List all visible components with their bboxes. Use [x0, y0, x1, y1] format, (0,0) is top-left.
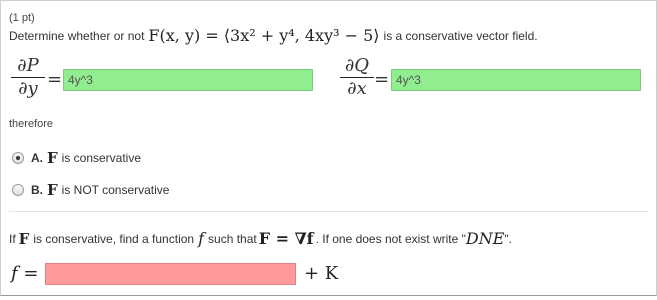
- vector-F-symbol: F: [47, 149, 58, 167]
- option-letter: B.: [31, 183, 43, 197]
- potential-function-input[interactable]: [45, 263, 296, 285]
- dy-denominator: ∂y: [18, 78, 38, 99]
- instr-if: If: [9, 231, 16, 246]
- f-equals-label: f =: [11, 263, 39, 284]
- dQ-dx-input[interactable]: 4y^3: [391, 69, 641, 91]
- instr-end: ".: [504, 231, 513, 246]
- option-text: is conservative: [61, 151, 142, 165]
- prompt-suffix: is a conservative vector field.: [383, 28, 538, 43]
- instr-such: such that: [208, 231, 257, 246]
- dne-text: DNE: [465, 229, 505, 248]
- equals-sign: =: [47, 69, 63, 90]
- section-divider: [9, 211, 648, 212]
- radio-button-checked[interactable]: [12, 152, 24, 164]
- instr-tail: . If one does not exist write ": [315, 231, 466, 246]
- dQ-numerator: ∂Q: [344, 55, 370, 76]
- dx-denominator: ∂x: [347, 78, 367, 99]
- plus-k-label: + K: [304, 263, 339, 284]
- therefore-label: therefore: [9, 118, 54, 130]
- potential-instructions: If F is conservative, find a function f …: [9, 229, 512, 248]
- function-f-symbol: f: [198, 229, 205, 248]
- vector-F-symbol: F: [18, 229, 30, 248]
- dQ-dx-fraction: ∂Q ∂x: [340, 56, 374, 99]
- problem-frame: (1 pt) Determine whether or not F(x, y) …: [0, 0, 657, 296]
- radio-button[interactable]: [12, 184, 24, 196]
- option-b-not-conservative[interactable]: B. F is NOT conservative: [12, 181, 169, 199]
- vector-F-symbol: F: [47, 181, 58, 199]
- gradient-equation: F = ∇f: [258, 229, 314, 248]
- equals-sign: =: [374, 69, 390, 90]
- option-text: is NOT conservative: [61, 183, 170, 197]
- instr-mid: is conservative, find a function: [33, 231, 195, 246]
- dP-numerator: ∂P: [17, 55, 39, 76]
- question-prompt: Determine whether or not F(x, y) = ⟨3x² …: [9, 26, 538, 45]
- option-letter: A.: [31, 151, 43, 165]
- dP-dy-input[interactable]: 4y^3: [63, 69, 313, 91]
- option-a-conservative[interactable]: A. F is conservative: [12, 149, 141, 167]
- dP-dy-fraction: ∂P ∂y: [11, 56, 45, 99]
- vector-field-expression: F(x, y) = ⟨3x² + y⁴, 4xy³ − 5⟩: [148, 26, 380, 45]
- points-label: (1 pt): [9, 12, 35, 24]
- prompt-prefix: Determine whether or not: [9, 28, 145, 43]
